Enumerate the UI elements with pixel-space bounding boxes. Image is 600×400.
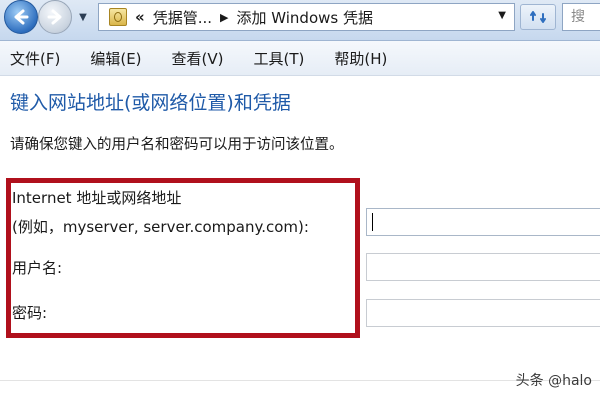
- address-dropdown-icon[interactable]: ▼: [498, 10, 506, 21]
- text-cursor: [372, 213, 373, 231]
- menu-tools[interactable]: 工具(T): [246, 48, 313, 69]
- credential-manager-icon: [109, 8, 127, 26]
- forward-arrow-icon: [47, 9, 62, 25]
- navigation-bar: ▼ « 凭据管... ▶ 添加 Windows 凭据 ▼ 搜: [0, 0, 600, 41]
- menu-edit[interactable]: 编辑(E): [82, 48, 149, 69]
- breadcrumb-separator-icon[interactable]: ▶: [220, 11, 228, 24]
- address-field[interactable]: [366, 208, 600, 236]
- refresh-button[interactable]: [520, 4, 556, 30]
- breadcrumb-overflow-icon[interactable]: «: [135, 8, 145, 26]
- address-label: Internet 地址或网络地址: [12, 189, 182, 207]
- username-label: 用户名:: [12, 259, 63, 277]
- address-bar[interactable]: « 凭据管... ▶ 添加 Windows 凭据 ▼: [98, 3, 515, 31]
- watermark: 头条 @halo: [515, 373, 592, 389]
- menu-bar: 文件(F) 编辑(E) 查看(V) 工具(T) 帮助(H): [0, 41, 600, 76]
- search-input[interactable]: 搜: [562, 3, 600, 31]
- breadcrumb-current[interactable]: 添加 Windows 凭据: [236, 7, 373, 28]
- history-dropdown-icon[interactable]: ▼: [74, 8, 92, 26]
- back-button[interactable]: [4, 0, 38, 34]
- credential-window: ▼ « 凭据管... ▶ 添加 Windows 凭据 ▼ 搜 文件(F) 编辑(…: [0, 0, 600, 400]
- breadcrumb-parent[interactable]: 凭据管...: [153, 7, 212, 28]
- menu-help[interactable]: 帮助(H): [326, 48, 395, 69]
- page-title: 键入网站地址(或网络位置)和凭据: [10, 92, 291, 114]
- menu-view[interactable]: 查看(V): [164, 48, 232, 69]
- forward-button[interactable]: [38, 0, 72, 34]
- divider: [0, 380, 600, 381]
- password-field[interactable]: [366, 299, 600, 327]
- address-example-label: (例如，myserver, server.company.com):: [12, 218, 309, 236]
- username-field[interactable]: [366, 253, 600, 281]
- instruction-text: 请确保您键入的用户名和密码可以用于访问该位置。: [10, 137, 344, 153]
- menu-file[interactable]: 文件(F): [2, 48, 68, 69]
- refresh-icon: [530, 11, 546, 23]
- password-label: 密码:: [12, 304, 48, 322]
- back-arrow-icon: [14, 9, 29, 25]
